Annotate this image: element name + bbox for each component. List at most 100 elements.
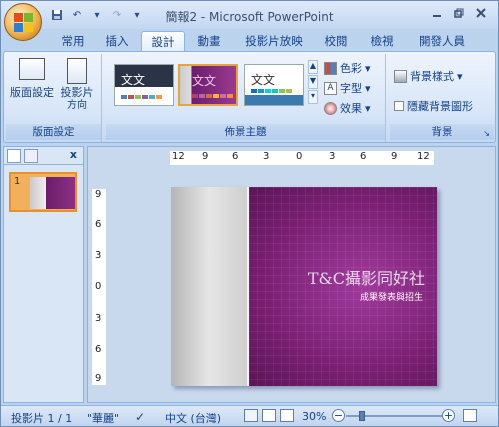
- orientation-label-1: 投影片: [60, 86, 94, 99]
- slide-title[interactable]: T&C攝影同好社: [308, 265, 425, 289]
- minimize-icon[interactable]: [426, 4, 448, 22]
- tab-animations[interactable]: 動畫: [189, 31, 229, 51]
- slideshow-view-icon[interactable]: [280, 409, 294, 422]
- fit-window-icon[interactable]: [463, 409, 477, 422]
- ruler-tick: 12: [172, 151, 185, 162]
- slide-orientation-button[interactable]: 投影片 方向: [56, 58, 98, 112]
- slide-thumbnail-image: [30, 177, 75, 209]
- ruler-tick: 0: [296, 151, 303, 162]
- background-styles-icon: [394, 69, 407, 83]
- ruler-tick: 6: [95, 344, 102, 355]
- effects-icon: [324, 101, 337, 115]
- dialog-launcher-icon[interactable]: ↘: [483, 129, 490, 138]
- fonts-label: 字型: [340, 82, 362, 95]
- checkbox-icon: [394, 101, 404, 111]
- zoom-out-icon[interactable]: −: [332, 409, 345, 422]
- ruler-tick: 3: [329, 151, 336, 162]
- spellcheck-icon[interactable]: ✓: [135, 410, 145, 424]
- theme-effects-button[interactable]: 效果 ▾: [324, 100, 371, 116]
- background-styles-button[interactable]: 背景樣式 ▾: [394, 68, 463, 84]
- slides-tab-icon[interactable]: [7, 149, 21, 163]
- fonts-icon: A: [324, 81, 337, 95]
- normal-view-icon[interactable]: [244, 409, 258, 422]
- themes-group-label: 佈景主題: [106, 124, 385, 140]
- colors-icon: [324, 61, 337, 75]
- slide-left-panel: [171, 187, 249, 386]
- ruler-tick: 9: [95, 189, 102, 200]
- tab-slideshow[interactable]: 投影片放映: [241, 31, 307, 51]
- ruler-tick: 6: [360, 151, 367, 162]
- status-bar: 投影片 1 / 1 "華麗" ✓ 中文 (台灣) 30% − +: [1, 405, 498, 426]
- slide-subtitle[interactable]: 成果發表與招生: [360, 290, 423, 303]
- ribbon: 版面設定 投影片 方向 版面設定 文文 文文 文文 ▲ ▼ ▾ 色彩 ▾ A 字…: [3, 51, 496, 143]
- scroll-down-icon[interactable]: ▼: [308, 75, 318, 89]
- title-bar: ↶ ▾ ↷ ▾ 簡報2 - Microsoft PowerPoint: [1, 1, 498, 41]
- horizontal-ruler: 12 9 6 3 0 3 6 9 12: [170, 151, 434, 165]
- theme-scroll[interactable]: ▲ ▼ ▾: [308, 60, 318, 108]
- slide-editing-area: 12 9 6 3 0 3 6 9 12 9 6 3 0 3 6 9 T&C攝影同…: [87, 146, 496, 403]
- page-setup-group-label: 版面設定: [6, 124, 101, 140]
- background-styles-label: 背景樣式: [410, 70, 454, 83]
- tab-design[interactable]: 設計: [141, 31, 185, 51]
- hide-background-label: 隱藏背景圖形: [407, 100, 473, 113]
- theme-thumb-text-3: 文文: [251, 73, 276, 87]
- pane-tabs: x: [4, 147, 83, 165]
- theme-opulent[interactable]: 文文: [178, 64, 238, 106]
- zoom-level[interactable]: 30%: [302, 410, 326, 423]
- ruler-tick: 3: [263, 151, 270, 162]
- theme-fonts-button[interactable]: A 字型 ▾: [324, 80, 371, 96]
- office-button[interactable]: [4, 3, 42, 41]
- tab-developer[interactable]: 開發人員: [415, 31, 469, 51]
- tab-review[interactable]: 校閱: [319, 31, 353, 51]
- theme-name: "華麗": [87, 412, 120, 425]
- ruler-tick: 9: [391, 151, 398, 162]
- group-background: 背景樣式 ▾ 隱藏背景圖形 背景 ↘: [390, 54, 494, 142]
- theme-thumb-text: 文文: [121, 73, 146, 87]
- zoom-slider-thumb[interactable]: [359, 411, 365, 421]
- tab-home[interactable]: 常用: [53, 31, 93, 51]
- theme-office[interactable]: 文文: [114, 64, 174, 106]
- colors-label: 色彩: [340, 62, 362, 75]
- theme-thumb-text-selected: 文文: [192, 74, 217, 88]
- more-themes-icon[interactable]: ▾: [308, 90, 318, 104]
- slide-sorter-icon[interactable]: [262, 409, 276, 422]
- effects-label: 效果: [340, 102, 362, 115]
- language[interactable]: 中文 (台灣): [165, 410, 221, 426]
- orientation-icon: [67, 58, 87, 84]
- office-logo-icon: [14, 13, 34, 33]
- close-icon[interactable]: [470, 4, 492, 22]
- close-pane-icon[interactable]: x: [70, 148, 77, 161]
- slide-thumbnail[interactable]: 1: [9, 172, 77, 212]
- theme-colors-button[interactable]: 色彩 ▾: [324, 60, 371, 76]
- ruler-tick: 9: [95, 373, 102, 384]
- tab-view[interactable]: 檢視: [365, 31, 399, 51]
- tab-insert[interactable]: 插入: [97, 31, 137, 51]
- restore-icon[interactable]: [448, 4, 470, 22]
- outline-tab-icon[interactable]: [24, 149, 38, 163]
- ruler-tick: 3: [95, 250, 102, 261]
- powerpoint-window: ↶ ▾ ↷ ▾ 簡報2 - Microsoft PowerPoint 常用 插入…: [0, 0, 499, 427]
- theme-flow[interactable]: 文文: [244, 64, 304, 106]
- slide-count: 投影片 1 / 1: [11, 412, 73, 425]
- slide-canvas[interactable]: T&C攝影同好社 成果發表與招生: [171, 187, 437, 386]
- ruler-tick: 9: [202, 151, 209, 162]
- slide-thumbnail-number: 1: [14, 176, 21, 187]
- window-controls: [426, 4, 492, 22]
- ribbon-tabs: 常用 插入 設計 動畫 投影片放映 校閱 檢視 開發人員: [1, 29, 498, 51]
- group-page-setup: 版面設定 投影片 方向 版面設定: [6, 54, 102, 142]
- vertical-ruler: 9 6 3 0 3 6 9: [92, 189, 106, 385]
- ruler-tick: 6: [95, 219, 102, 230]
- ruler-tick: 3: [95, 313, 102, 324]
- page-setup-button[interactable]: 版面設定: [10, 58, 54, 100]
- slides-pane: x 1: [3, 146, 84, 403]
- scroll-up-icon[interactable]: ▲: [308, 60, 318, 74]
- hide-background-checkbox[interactable]: 隱藏背景圖形: [394, 98, 473, 114]
- page-setup-icon: [19, 58, 45, 80]
- zoom-in-icon[interactable]: +: [442, 409, 455, 422]
- ruler-tick: 12: [417, 151, 430, 162]
- background-group-label: 背景: [390, 124, 494, 140]
- group-themes: 文文 文文 文文 ▲ ▼ ▾ 色彩 ▾ A 字型 ▾ 效果 ▾ 佈景主題: [106, 54, 386, 142]
- window-title: 簡報2 - Microsoft PowerPoint: [165, 10, 334, 24]
- ruler-tick: 0: [95, 281, 102, 292]
- page-setup-label: 版面設定: [10, 86, 54, 99]
